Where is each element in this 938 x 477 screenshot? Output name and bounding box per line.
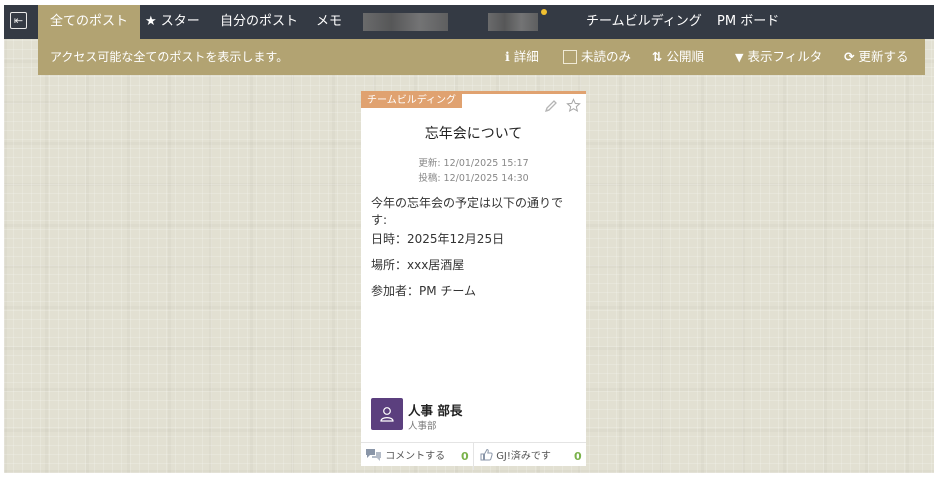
- post-body-line: 日時：2025年12月25日: [371, 232, 505, 246]
- redacted-avatar[interactable]: [488, 13, 538, 31]
- tab-team-building[interactable]: チームビルディング: [586, 5, 702, 39]
- app-frame: ⇤ 全てのポスト ★ スター 自分のポスト メモ チームビルディング PM ボー…: [4, 5, 934, 473]
- redacted-tab[interactable]: [363, 13, 448, 31]
- toolbar-description: アクセス可能な全てのポストを表示します。: [50, 50, 289, 64]
- updated-timestamp: 更新: 12/01/2025 15:17: [418, 158, 529, 169]
- refresh-button[interactable]: ⟳ 更新する: [844, 39, 908, 75]
- details-label: 詳細: [513, 49, 539, 64]
- gj-label: GJ!済みです: [496, 451, 551, 462]
- card-footer: コメントする 0 GJ!済みです 0: [361, 442, 586, 470]
- comment-label: コメントする: [385, 451, 446, 462]
- filter-button[interactable]: ▼ 表示フィルタ: [735, 39, 822, 76]
- sort-label: 公開順: [666, 49, 704, 64]
- post-title: 忘年会について: [424, 126, 523, 142]
- unread-only-toggle[interactable]: 未読のみ: [563, 39, 631, 75]
- post-card[interactable]: チームビルディング 忘年会について 更新: 12/01/2025 15:17 投…: [361, 91, 586, 470]
- gj-count: 0: [574, 450, 582, 463]
- sort-button[interactable]: ⇅ 公開順: [652, 39, 704, 75]
- refresh-label: 更新する: [858, 49, 909, 64]
- post-body-line: 参加者：PM チーム: [371, 284, 477, 298]
- author-department: 人事部: [408, 421, 437, 432]
- tab-my-posts[interactable]: 自分のポスト: [220, 5, 298, 39]
- thumbs-up-icon: [480, 448, 493, 461]
- footer-divider: [473, 443, 474, 470]
- star-icon[interactable]: [566, 98, 581, 113]
- filter-icon: ▼: [735, 51, 744, 64]
- unread-checkbox[interactable]: [563, 50, 577, 64]
- top-navigation: ⇤ 全てのポスト ★ スター 自分のポスト メモ チームビルディング PM ボー…: [4, 5, 934, 39]
- sort-icon: ⇅: [652, 49, 663, 64]
- notification-dot: [541, 9, 547, 15]
- refresh-icon: ⟳: [844, 49, 855, 64]
- tab-starred[interactable]: ★ スター: [145, 5, 200, 39]
- posted-timestamp: 投稿: 12/01/2025 14:30: [418, 173, 529, 184]
- post-body-line: 今年の忘年会の予定は以下の通りです:: [371, 196, 564, 227]
- post-body-line: 場所：xxx居酒屋: [371, 258, 465, 272]
- filter-label: 表示フィルタ: [747, 49, 823, 64]
- filter-toolbar: アクセス可能な全てのポストを表示します。 ℹ 詳細 未読のみ ⇅ 公開順 ▼ 表…: [38, 39, 925, 75]
- user-icon: [380, 407, 394, 422]
- unread-only-label: 未読のみ: [581, 49, 632, 64]
- category-tag[interactable]: チームビルディング: [361, 94, 462, 108]
- info-icon: ℹ: [505, 49, 510, 64]
- comment-icon: [366, 449, 381, 461]
- gj-button[interactable]: GJ!済みです: [480, 443, 551, 470]
- comment-button[interactable]: コメントする: [365, 443, 445, 470]
- back-icon[interactable]: ⇤: [10, 12, 27, 29]
- pencil-icon[interactable]: [544, 99, 558, 113]
- tab-memo[interactable]: メモ: [316, 5, 342, 39]
- details-button[interactable]: ℹ 詳細: [505, 39, 539, 75]
- avatar[interactable]: [371, 398, 403, 430]
- tab-pm-board[interactable]: PM ボード: [717, 5, 779, 39]
- author-name[interactable]: 人事 部長: [408, 400, 462, 419]
- tab-all-posts[interactable]: 全てのポスト: [38, 5, 141, 39]
- comment-count: 0: [461, 450, 469, 463]
